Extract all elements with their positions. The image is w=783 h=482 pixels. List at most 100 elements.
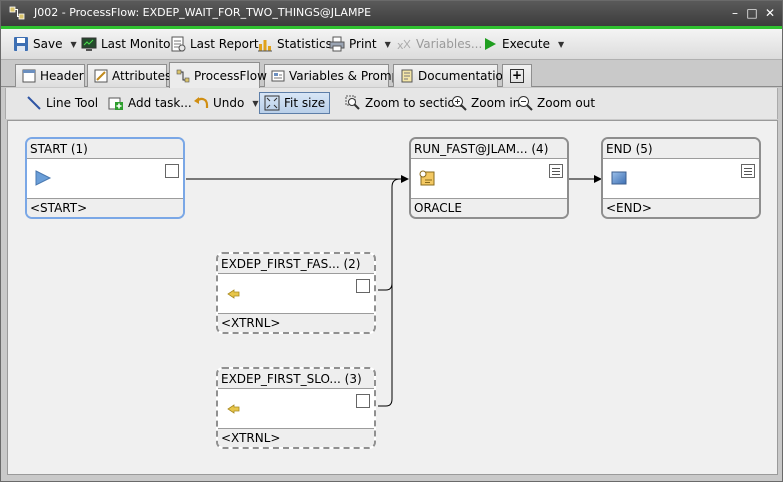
add-task-icon: [108, 95, 124, 111]
connection-first-slow-to-run-fast: [378, 187, 393, 407]
node-start-type: <START>: [27, 198, 183, 217]
tab-documentation[interactable]: Documentation: [393, 64, 511, 87]
undo-dropdown-arrow-icon[interactable]: ▼: [252, 99, 258, 108]
save-label: Save: [33, 37, 63, 51]
add-tab-icon: +: [510, 68, 524, 83]
tab-attributes-label: Attributes: [112, 69, 172, 83]
tab-header[interactable]: Header: [15, 64, 85, 87]
tab-attributes[interactable]: Attributes: [87, 64, 171, 87]
process-flow-icon: [176, 69, 190, 83]
variables-button[interactable]: x Variables...: [396, 34, 482, 54]
print-button[interactable]: Print ▼: [329, 34, 391, 54]
zoom-out-button[interactable]: Zoom out: [517, 93, 595, 113]
node-exdep-first-slow-title: EXDEP_FIRST_SLO... (3): [218, 369, 374, 389]
zoom-out-icon: [517, 95, 533, 111]
last-report-label: Last Report: [190, 37, 259, 51]
title-bar[interactable]: J002 - ProcessFlow: EXDEP_WAIT_FOR_TWO_T…: [1, 1, 782, 26]
variables-label: Variables...: [416, 37, 483, 51]
svg-text:x: x: [397, 39, 404, 52]
last-monitor-button[interactable]: Last Monitor: [81, 34, 175, 54]
tab-variables-prompts-label: Variables & Prompts: [289, 69, 411, 83]
variables-icon: x: [396, 36, 412, 52]
minimize-button[interactable]: –: [727, 5, 743, 21]
external-task-icon: [225, 399, 243, 417]
fit-size-icon: [264, 95, 280, 111]
tab-header-label: Header: [40, 69, 84, 83]
node-exdep-first-fast-type: <XTRNL>: [218, 313, 374, 332]
connection-first-fast-to-run-fast: [378, 178, 401, 291]
tab-processflow[interactable]: ProcessFlow: [169, 62, 267, 88]
statistics-button[interactable]: Statistics: [257, 34, 332, 54]
fit-size-label: Fit size: [284, 96, 326, 110]
tab-add[interactable]: +: [502, 64, 532, 87]
node-start[interactable]: START (1) <START>: [25, 137, 185, 219]
zoom-to-section-button[interactable]: Zoom to section: [345, 93, 463, 113]
add-task-button[interactable]: Add task...: [108, 93, 192, 113]
header-icon: [22, 69, 36, 83]
printer-icon: [329, 36, 345, 52]
print-dropdown-arrow-icon[interactable]: ▼: [385, 40, 391, 49]
floppy-disk-icon: [13, 36, 29, 52]
restore-button[interactable]: □: [744, 5, 760, 21]
zoom-in-label: Zoom in: [471, 96, 521, 110]
node-run-fast[interactable]: RUN_FAST@JLAM... (4) ORACLE: [409, 137, 569, 219]
line-tool-label: Line Tool: [46, 96, 99, 110]
job-icon: [418, 169, 436, 187]
undo-label: Undo: [213, 96, 245, 110]
line-tool-icon: [26, 95, 42, 111]
report-icon: [170, 36, 186, 52]
node-end-type: <END>: [603, 198, 759, 217]
tab-variables-prompts[interactable]: Variables & Prompts: [264, 64, 410, 87]
node-exdep-first-slow-type: <XTRNL>: [218, 428, 374, 447]
end-icon: [610, 169, 628, 187]
undo-icon: [193, 95, 209, 111]
node-run-fast-title: RUN_FAST@JLAM... (4): [411, 139, 567, 159]
node-end-menu-icon[interactable]: [741, 164, 755, 178]
attributes-icon: [94, 69, 108, 83]
zoom-in-button[interactable]: Zoom in: [451, 93, 520, 113]
documentation-icon: [400, 69, 414, 83]
add-task-label: Add task...: [128, 96, 192, 110]
undo-button[interactable]: Undo ▼: [193, 93, 259, 113]
node-exdep-first-slow-menu-icon[interactable]: [356, 394, 370, 408]
node-exdep-first-slow[interactable]: EXDEP_FIRST_SLO... (3) <XTRNL>: [216, 367, 376, 449]
external-task-icon: [225, 284, 243, 302]
last-report-button[interactable]: Last Report: [170, 34, 259, 54]
node-exdep-first-fast-title: EXDEP_FIRST_FAS... (2): [218, 254, 374, 274]
node-end[interactable]: END (5) <END>: [601, 137, 761, 219]
node-run-fast-menu-icon[interactable]: [549, 164, 563, 178]
tab-bar: Header Attributes ProcessFlow Variables …: [1, 61, 782, 88]
close-button[interactable]: ✕: [762, 5, 778, 21]
zoom-section-icon: [345, 95, 361, 111]
fit-size-button[interactable]: Fit size: [259, 92, 331, 114]
node-run-fast-agent: ORACLE: [411, 198, 567, 217]
node-end-title: END (5): [603, 139, 759, 159]
save-button[interactable]: Save ▼: [13, 34, 77, 54]
statistics-label: Statistics: [277, 37, 332, 51]
node-exdep-first-fast[interactable]: EXDEP_FIRST_FAS... (2) <XTRNL>: [216, 252, 376, 334]
node-start-menu-icon[interactable]: [165, 164, 179, 178]
process-flow-window: J002 - ProcessFlow: EXDEP_WAIT_FOR_TWO_T…: [0, 0, 783, 482]
process-flow-app-icon: [9, 6, 25, 20]
save-dropdown-arrow-icon[interactable]: ▼: [70, 40, 76, 49]
zoom-to-section-label: Zoom to section: [365, 96, 463, 110]
main-toolbar: Save ▼ Last Monitor Last Report Statisti…: [1, 29, 782, 60]
zoom-out-label: Zoom out: [537, 96, 596, 110]
zoom-in-icon: [451, 95, 467, 111]
process-flow-canvas[interactable]: START (1) <START> EXDEP_FIRST_FAS... (2)…: [7, 120, 778, 475]
line-tool-button[interactable]: Line Tool: [26, 93, 98, 113]
node-start-title: START (1): [27, 139, 183, 159]
bar-chart-icon: [257, 36, 273, 52]
tab-documentation-label: Documentation: [418, 69, 511, 83]
execute-label: Execute: [502, 37, 550, 51]
monitor-icon: [81, 36, 97, 52]
execute-button[interactable]: Execute ▼: [482, 34, 564, 54]
last-monitor-label: Last Monitor: [101, 37, 176, 51]
play-icon: [34, 169, 52, 187]
window-title: J002 - ProcessFlow: EXDEP_WAIT_FOR_TWO_T…: [34, 6, 372, 19]
print-label: Print: [349, 37, 377, 51]
execute-dropdown-arrow-icon[interactable]: ▼: [558, 40, 564, 49]
processflow-toolbar: Line Tool Add task... Undo ▼ Fit size Zo…: [5, 88, 778, 119]
variables-prompts-icon: [271, 69, 285, 83]
node-exdep-first-fast-menu-icon[interactable]: [356, 279, 370, 293]
